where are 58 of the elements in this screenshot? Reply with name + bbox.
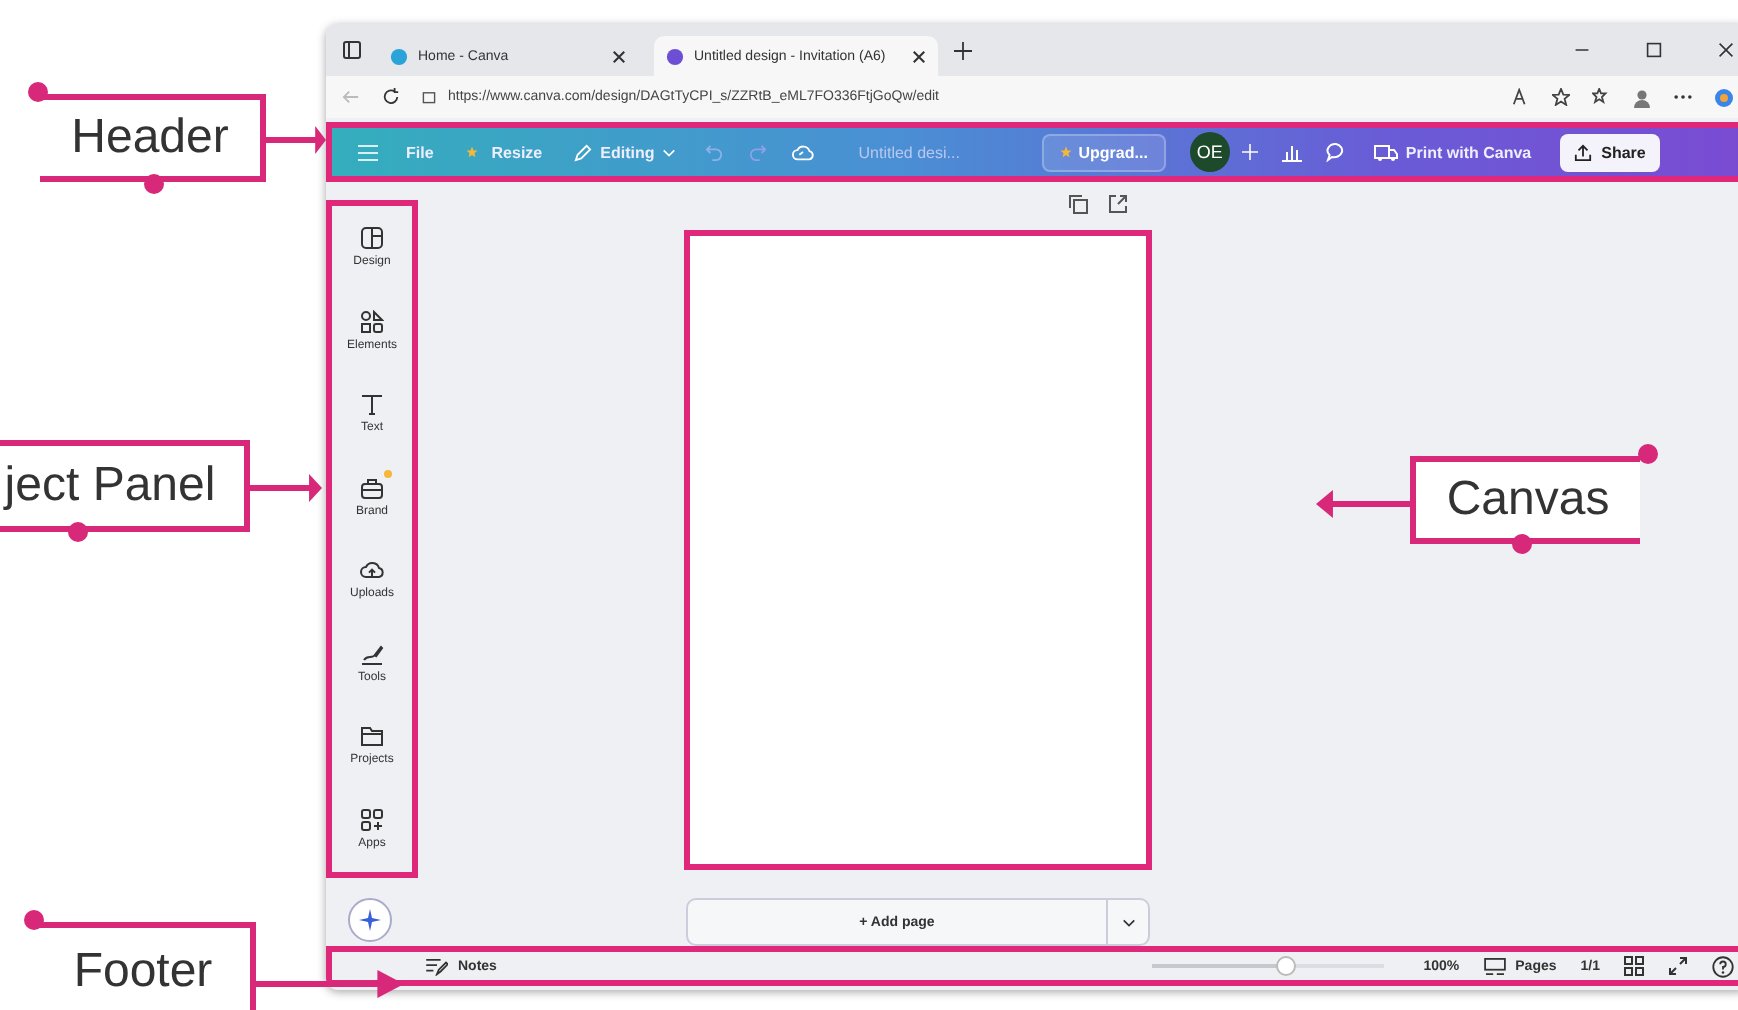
apps-icon bbox=[360, 807, 384, 832]
comment-icon[interactable] bbox=[1325, 142, 1346, 162]
callout-label: Footer bbox=[36, 922, 256, 1010]
bar-chart-icon[interactable] bbox=[1281, 142, 1302, 162]
close-icon[interactable] bbox=[1718, 42, 1734, 58]
tools-icon bbox=[360, 641, 384, 666]
duplicate-page-icon[interactable] bbox=[1068, 194, 1088, 214]
sparkle-icon bbox=[358, 908, 382, 932]
star-icon bbox=[1060, 145, 1073, 157]
canva-logo-icon bbox=[666, 47, 684, 65]
star-icon bbox=[465, 146, 478, 158]
profile-icon[interactable] bbox=[1632, 87, 1652, 107]
projects-icon bbox=[360, 724, 384, 749]
print-button[interactable]: Print with Canva bbox=[1369, 139, 1536, 165]
share-button[interactable]: Share bbox=[1559, 133, 1660, 171]
callout-dot bbox=[24, 910, 44, 930]
cloud-saved-icon[interactable] bbox=[792, 142, 815, 162]
add-icon[interactable] bbox=[1241, 144, 1258, 160]
magic-sparkle-button[interactable] bbox=[348, 898, 392, 942]
reload-icon[interactable] bbox=[382, 88, 400, 106]
brand-icon bbox=[360, 475, 384, 500]
callout-dot bbox=[28, 82, 48, 102]
close-icon[interactable] bbox=[912, 49, 926, 63]
callout-arrow bbox=[250, 474, 322, 502]
callout-arrow bbox=[1316, 490, 1410, 518]
canva-logo-icon bbox=[390, 47, 408, 65]
pages-icon bbox=[1483, 957, 1506, 975]
read-aloud-icon[interactable] bbox=[1512, 88, 1530, 106]
copilot-icon[interactable] bbox=[1714, 87, 1734, 107]
close-icon[interactable] bbox=[612, 49, 626, 63]
site-info-icon[interactable] bbox=[422, 90, 436, 104]
zoom-slider-thumb[interactable] bbox=[1276, 956, 1296, 976]
elements-icon bbox=[360, 309, 384, 334]
callout-dot bbox=[144, 174, 164, 194]
tab-actions-icon[interactable] bbox=[342, 40, 362, 60]
design-canvas[interactable] bbox=[684, 229, 1152, 871]
callout-dot bbox=[68, 522, 88, 542]
caret-icon bbox=[1121, 917, 1135, 928]
new-tab-icon[interactable] bbox=[954, 41, 972, 59]
pencil-icon bbox=[574, 143, 593, 161]
maximize-icon[interactable] bbox=[1646, 42, 1662, 58]
favorite-star-icon[interactable] bbox=[1552, 88, 1570, 106]
uploads-icon bbox=[360, 558, 384, 583]
share-icon bbox=[1573, 143, 1592, 161]
callout-arrow bbox=[266, 126, 326, 154]
user-avatar[interactable]: OE bbox=[1189, 132, 1230, 172]
design-icon bbox=[360, 226, 384, 251]
add-page-icon[interactable] bbox=[1108, 194, 1128, 214]
caret-icon bbox=[662, 147, 677, 157]
callout-label: ject Panel bbox=[0, 440, 250, 532]
notes-icon bbox=[426, 957, 448, 975]
fullscreen-icon[interactable] bbox=[1668, 956, 1688, 976]
callout-label: Canvas bbox=[1410, 456, 1640, 544]
favorites-icon[interactable] bbox=[1592, 88, 1610, 106]
help-icon[interactable] bbox=[1712, 955, 1734, 977]
grid-view-icon[interactable] bbox=[1624, 956, 1644, 976]
text-icon bbox=[360, 392, 384, 417]
truck-icon bbox=[1373, 143, 1398, 161]
